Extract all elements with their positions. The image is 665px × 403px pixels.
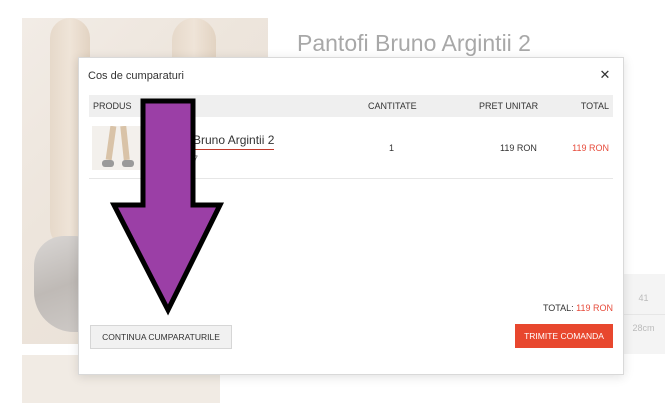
column-header-unit-price: PRET UNITAR bbox=[479, 101, 539, 111]
cart-total-value: 119 RON bbox=[576, 303, 613, 313]
column-header-product: PRODUS bbox=[93, 101, 132, 111]
close-icon[interactable]: ✕ bbox=[598, 68, 612, 82]
cart-total-label: TOTAL: bbox=[542, 303, 574, 313]
column-header-quantity: CANTITATE bbox=[368, 101, 417, 111]
cart-total: TOTAL: 119 RON bbox=[543, 303, 613, 313]
continue-shopping-button[interactable]: CONTINUA CUMPARATURILE bbox=[90, 325, 232, 349]
cart-modal: Cos de cumparaturi ✕ PRODUS CANTITATE PR… bbox=[78, 57, 624, 375]
product-size: 7 bbox=[193, 154, 199, 164]
product-thumbnail[interactable] bbox=[92, 126, 142, 170]
item-total: 119 RON bbox=[572, 143, 609, 153]
column-header-total: TOTAL bbox=[580, 101, 609, 111]
cart-table-header: PRODUS CANTITATE PRET UNITAR TOTAL bbox=[89, 95, 613, 117]
item-unit-price: 119 RON bbox=[500, 143, 537, 153]
product-name-link[interactable]: Bruno Argintii 2 bbox=[193, 133, 275, 150]
send-order-button[interactable]: TRIMITE COMANDA bbox=[515, 324, 613, 348]
table-row: Bruno Argintii 2 7 1 119 RON 119 RON bbox=[89, 122, 613, 179]
size-table: 41 28cm bbox=[622, 274, 665, 354]
item-quantity: 1 bbox=[389, 143, 395, 153]
product-title: Pantofi Bruno Argintii 2 bbox=[297, 30, 531, 56]
modal-title: Cos de cumparaturi bbox=[88, 70, 184, 82]
size-table-cell: 28cm bbox=[632, 323, 655, 333]
